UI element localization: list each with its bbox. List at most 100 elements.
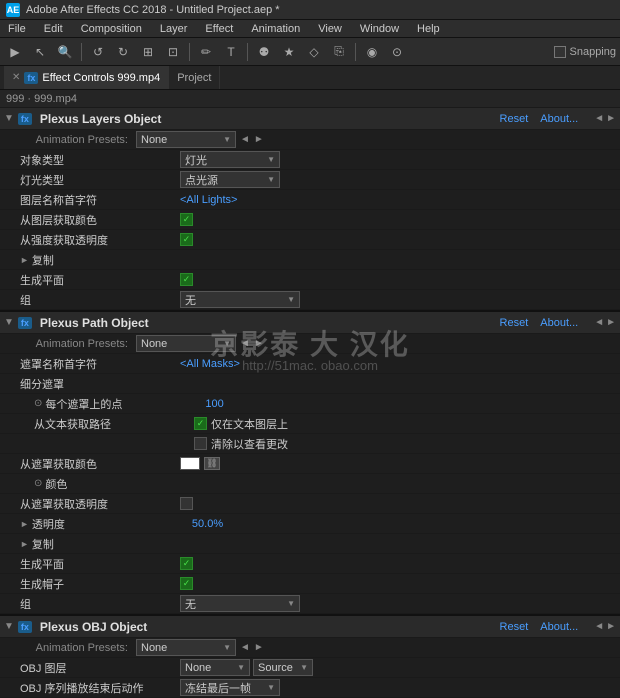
tool-arrow[interactable]: ↖ <box>29 41 51 63</box>
all-masks-link[interactable]: <All Masks> <box>180 358 240 370</box>
tool-transform[interactable]: ⊡ <box>162 41 184 63</box>
tool-orbit[interactable]: ⊙ <box>386 41 408 63</box>
reset-layers[interactable]: Reset <box>500 113 529 125</box>
anim-preset-prev-path[interactable]: ◄ <box>240 338 250 349</box>
dropdown-obj-layer-source[interactable]: Source▼ <box>253 659 313 676</box>
dropdown-group2[interactable]: 无▼ <box>180 595 300 612</box>
tab-effect-label: Effect Controls 999.mp4 <box>42 72 160 84</box>
anim-presets-layers: Animation Presets: None ▼ ◄ ► <box>0 130 620 150</box>
anim-preset-next[interactable]: ► <box>254 134 264 145</box>
tool-camera[interactable]: ◉ <box>361 41 383 63</box>
expand-layers[interactable]: ▼ <box>4 113 14 124</box>
nav-arrows-path: ◄ ► <box>594 317 616 328</box>
prop-group1: 组 无▼ <box>0 290 620 310</box>
dropdown-light-type[interactable]: 点光源▼ <box>180 171 280 188</box>
all-lights-link[interactable]: <All Lights> <box>180 194 237 206</box>
nav-prev-layers[interactable]: ◄ <box>594 113 604 124</box>
tool-undo[interactable]: ↺ <box>87 41 109 63</box>
prop-subdivide-mask: 细分遮罩 <box>0 374 620 394</box>
checkbox-gen-cap[interactable] <box>180 577 193 590</box>
num-points-per-mask[interactable]: 100 <box>205 398 223 410</box>
anim-preset-next-path[interactable]: ► <box>254 338 264 349</box>
nav-prev-path[interactable]: ◄ <box>594 317 604 328</box>
anim-preset-prev-obj[interactable]: ◄ <box>240 642 250 653</box>
tool-brush[interactable]: ⚉ <box>253 41 275 63</box>
prop-label-object-type: 对象类型 <box>20 152 180 168</box>
checkbox-get-opacity-mask[interactable] <box>180 497 193 510</box>
tab-close-btn[interactable]: ✕ <box>12 72 20 83</box>
num-opacity1[interactable]: 50.0% <box>192 518 223 530</box>
checkbox-gen-plane2[interactable] <box>180 557 193 570</box>
nav-next-obj[interactable]: ► <box>606 621 616 632</box>
prop-clear-check: 清除以查看更改 <box>0 434 620 454</box>
prop-color1: ⊙ 颜色 <box>0 474 620 494</box>
snapping-checkbox[interactable] <box>554 46 566 58</box>
app-title: Adobe After Effects CC 2018 - Untitled P… <box>26 4 280 16</box>
checkbox-get-path[interactable] <box>194 417 207 430</box>
checkbox-get-color[interactable] <box>180 213 193 226</box>
prop-value-points-per-mask: 100 <box>205 398 614 410</box>
prop-value-get-color <box>180 213 614 226</box>
prop-get-opacity-mask: 从遮罩获取透明度 <box>0 494 620 514</box>
dropdown-group1[interactable]: 无▼ <box>180 291 300 308</box>
anim-preset-dropdown-obj[interactable]: None ▼ <box>136 639 236 656</box>
tool-text[interactable]: T <box>220 41 242 63</box>
section-plexus-layers: ▼ fx Plexus Layers Object Reset About...… <box>0 108 620 310</box>
anim-preset-next-obj[interactable]: ► <box>254 642 264 653</box>
dropdown-obj-seq-end[interactable]: 冻结最后一帧▼ <box>180 679 280 696</box>
reset-path[interactable]: Reset <box>500 317 529 329</box>
prop-value-obj-layer: None▼ Source▼ <box>180 659 614 676</box>
menu-composition[interactable]: Composition <box>77 23 146 35</box>
tab-project-label: Project <box>177 72 211 84</box>
tool-shape[interactable]: ◇ <box>303 41 325 63</box>
dropdown-object-type[interactable]: 灯光▼ <box>180 151 280 168</box>
anim-preset-dropdown-path[interactable]: None ▼ <box>136 335 236 352</box>
menu-help[interactable]: Help <box>413 23 444 35</box>
prop-label-light-type: 灯光类型 <box>20 172 180 188</box>
menu-edit[interactable]: Edit <box>40 23 67 35</box>
about-obj[interactable]: About... <box>540 621 578 633</box>
tri-copy1[interactable]: ► <box>20 255 29 265</box>
about-path[interactable]: About... <box>540 317 578 329</box>
prop-label-layer-name-char: 图层名称首字符 <box>20 192 180 208</box>
menu-file[interactable]: File <box>4 23 30 35</box>
prop-value-obj-seq-end: 冻结最后一帧▼ <box>180 679 614 696</box>
tool-clone[interactable]: ⎘ <box>328 41 350 63</box>
tool-pen[interactable]: ✏ <box>195 41 217 63</box>
tab-project[interactable]: Project <box>169 66 220 89</box>
anim-preset-dropdown-layers[interactable]: None ▼ <box>136 131 236 148</box>
tool-grid[interactable]: ⊞ <box>137 41 159 63</box>
menu-window[interactable]: Window <box>356 23 403 35</box>
tool-select[interactable]: ▶ <box>4 41 26 63</box>
menu-view[interactable]: View <box>314 23 346 35</box>
about-layers[interactable]: About... <box>540 113 578 125</box>
prop-label-gen-plane2: 生成平面 <box>20 556 180 572</box>
expand-path[interactable]: ▼ <box>4 317 14 328</box>
tool-star[interactable]: ★ <box>278 41 300 63</box>
effect-area: 京影泰 大 汉化 http://51mac. obao.com ▼ fx Ple… <box>0 108 620 698</box>
prop-label-gen-cap: 生成帽子 <box>20 576 180 592</box>
prop-value-gen-plane1 <box>180 273 614 286</box>
section-title-path: Plexus Path Object <box>40 316 149 330</box>
checkbox-get-opacity[interactable] <box>180 233 193 246</box>
menu-effect[interactable]: Effect <box>201 23 237 35</box>
tab-effect-controls[interactable]: ✕ fx Effect Controls 999.mp4 <box>4 66 169 89</box>
checkbox-clear-check[interactable] <box>194 437 207 450</box>
tri-opacity1[interactable]: ► <box>20 519 29 529</box>
color-swatch-mask[interactable] <box>180 457 200 470</box>
tool-search[interactable]: 🔍 <box>54 41 76 63</box>
nav-prev-obj[interactable]: ◄ <box>594 621 604 632</box>
nav-next-path[interactable]: ► <box>606 317 616 328</box>
link-icon-mask[interactable]: ⛓ <box>204 457 220 470</box>
section-header-obj: ▼ fx Plexus OBJ Object Reset About... ◄ … <box>0 616 620 638</box>
expand-obj[interactable]: ▼ <box>4 621 14 632</box>
menu-animation[interactable]: Animation <box>247 23 304 35</box>
checkbox-gen-plane1[interactable] <box>180 273 193 286</box>
nav-next-layers[interactable]: ► <box>606 113 616 124</box>
anim-preset-prev[interactable]: ◄ <box>240 134 250 145</box>
tool-redo[interactable]: ↻ <box>112 41 134 63</box>
menu-layer[interactable]: Layer <box>156 23 192 35</box>
reset-obj[interactable]: Reset <box>500 621 529 633</box>
dropdown-obj-layer-none[interactable]: None▼ <box>180 659 250 676</box>
tri-copy2[interactable]: ► <box>20 539 29 549</box>
